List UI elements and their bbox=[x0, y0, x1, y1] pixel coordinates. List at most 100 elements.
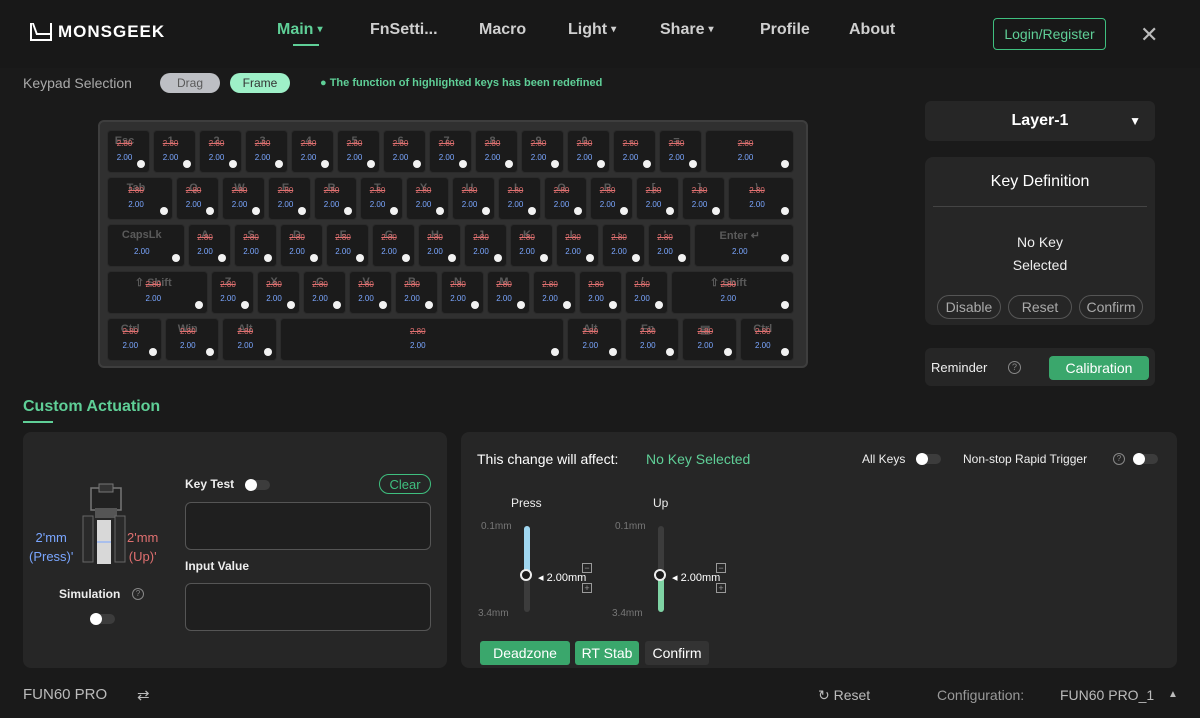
nav-fnsettings[interactable]: FnSetti... bbox=[370, 21, 438, 39]
close-icon[interactable]: ✕ bbox=[1140, 22, 1158, 48]
reset-config-button[interactable]: ↻ Reset bbox=[818, 687, 870, 704]
key[interactable]: 8 2.80 2.00 bbox=[475, 130, 518, 173]
key[interactable]: I 2.80 2.00 bbox=[498, 177, 541, 220]
configuration-select[interactable]: FUN60 PRO_1 bbox=[1060, 687, 1154, 703]
confirm-button[interactable]: Confirm bbox=[1079, 295, 1143, 319]
confirm-button[interactable]: Confirm bbox=[645, 641, 709, 665]
key[interactable]: Win 2.80 2.00 bbox=[164, 318, 219, 361]
key[interactable]: P 2.80 2.00 bbox=[590, 177, 633, 220]
key[interactable]: J 2.80 2.00 bbox=[463, 224, 507, 267]
decrease-icon[interactable]: − bbox=[582, 563, 592, 573]
up-slider-handle[interactable] bbox=[654, 569, 666, 582]
key[interactable]: T 2.80 2.00 bbox=[360, 177, 403, 220]
key[interactable]: Q 2.80 2.00 bbox=[176, 177, 219, 220]
simulation-toggle[interactable] bbox=[90, 613, 115, 625]
key[interactable]: K 2.80 2.00 bbox=[509, 224, 553, 267]
calibration-button[interactable]: Calibration bbox=[1049, 356, 1149, 380]
key[interactable]: ▤ 2.80 2.00 bbox=[682, 318, 737, 361]
key[interactable]: Ctrl 2.80 2.00 bbox=[107, 318, 162, 361]
key[interactable]: ⇧ Shift 2.80 2.00 bbox=[670, 271, 794, 314]
nav-share[interactable]: Share ▾ bbox=[660, 21, 714, 39]
nav-about[interactable]: About bbox=[849, 21, 895, 39]
key-test-input[interactable] bbox=[185, 502, 431, 550]
key[interactable]: A 2.80 2.00 bbox=[187, 224, 231, 267]
key[interactable]: 9 2.80 2.00 bbox=[521, 130, 564, 173]
key[interactable]: M 2.80 2.00 bbox=[486, 271, 530, 314]
key[interactable]: Fn 2.80 2.00 bbox=[624, 318, 679, 361]
help-icon[interactable]: ? bbox=[1008, 361, 1021, 374]
deadzone-button[interactable]: Deadzone bbox=[480, 641, 570, 665]
key[interactable]: N 2.80 2.00 bbox=[440, 271, 484, 314]
disable-button[interactable]: Disable bbox=[937, 295, 1001, 319]
key[interactable]: Ctrl 2.80 2.00 bbox=[739, 318, 794, 361]
key[interactable]: ← 2.80 2.00 bbox=[705, 130, 794, 173]
switch-device-icon[interactable]: ⇄ bbox=[137, 686, 150, 704]
drag-mode-button[interactable]: Drag bbox=[160, 73, 220, 93]
key[interactable]: 7 2.80 2.00 bbox=[429, 130, 472, 173]
key[interactable]: [2.80 2.00 bbox=[636, 177, 679, 220]
rt-stab-button[interactable]: RT Stab bbox=[575, 641, 639, 665]
reset-button[interactable]: Reset bbox=[1008, 295, 1072, 319]
input-value-field[interactable] bbox=[185, 583, 431, 631]
press-slider[interactable] bbox=[520, 526, 532, 612]
key[interactable]: L 2.80 2.00 bbox=[555, 224, 599, 267]
key[interactable]: 2.80 2.00 bbox=[279, 318, 564, 361]
increase-icon[interactable]: + bbox=[582, 583, 592, 593]
key[interactable]: ' 2.80 2.00 bbox=[647, 224, 691, 267]
layer-select[interactable]: Layer-1 ▼ bbox=[925, 101, 1155, 141]
key[interactable]: S 2.80 2.00 bbox=[233, 224, 277, 267]
key[interactable]: V 2.80 2.00 bbox=[348, 271, 392, 314]
nav-profile[interactable]: Profile bbox=[760, 21, 810, 39]
help-icon[interactable]: ? bbox=[132, 588, 144, 600]
up-slider[interactable] bbox=[654, 526, 666, 612]
key[interactable]: C 2.80 2.00 bbox=[302, 271, 346, 314]
key[interactable]: G 2.80 2.00 bbox=[371, 224, 415, 267]
key[interactable]: O 2.80 2.00 bbox=[544, 177, 587, 220]
key[interactable]: 6 2.80 2.00 bbox=[383, 130, 426, 173]
key[interactable]: 3 2.80 2.00 bbox=[245, 130, 288, 173]
nav-main[interactable]: Main ▾ bbox=[277, 21, 322, 39]
key[interactable]: W 2.80 2.00 bbox=[222, 177, 265, 220]
key[interactable]: ⇧ Shift 2.80 2.00 bbox=[107, 271, 208, 314]
key[interactable]: CapsLk 2.00 bbox=[107, 224, 185, 267]
key[interactable]: U 2.80 2.00 bbox=[452, 177, 495, 220]
key[interactable]: , 2.80 2.00 bbox=[532, 271, 576, 314]
key[interactable]: Y 2.80 2.00 bbox=[406, 177, 449, 220]
key[interactable]: ] 2.80 2.00 bbox=[682, 177, 725, 220]
key[interactable]: Z 2.80 2.00 bbox=[210, 271, 254, 314]
key[interactable]: E 2.80 2.00 bbox=[268, 177, 311, 220]
clear-button[interactable]: Clear bbox=[379, 474, 431, 494]
key[interactable]: X 2.80 2.00 bbox=[256, 271, 300, 314]
key[interactable]: B 2.80 2.00 bbox=[394, 271, 438, 314]
key[interactable]: -2.80 2.00 bbox=[613, 130, 656, 173]
key[interactable]: D 2.80 2.00 bbox=[279, 224, 323, 267]
help-icon[interactable]: ? bbox=[1113, 453, 1125, 465]
key[interactable]: R 2.80 2.00 bbox=[314, 177, 357, 220]
key[interactable]: /2.80 2.00 bbox=[624, 271, 668, 314]
key[interactable]: ; 2.80 2.00 bbox=[601, 224, 645, 267]
rapid-trigger-toggle[interactable] bbox=[1133, 453, 1158, 465]
key-test-toggle[interactable] bbox=[245, 479, 270, 491]
key[interactable]: F 2.80 2.00 bbox=[325, 224, 369, 267]
key[interactable]: Tab 2.80 2.00 bbox=[107, 177, 173, 220]
decrease-icon[interactable]: − bbox=[716, 563, 726, 573]
key[interactable]: 0 2.80 2.00 bbox=[567, 130, 610, 173]
key[interactable]: 1 2.80 2.00 bbox=[153, 130, 196, 173]
key[interactable]: Esc 2.80 2.00 bbox=[107, 130, 150, 173]
key[interactable]: Alt 2.80 2.00 bbox=[567, 318, 622, 361]
key[interactable]: 2 2.80 2.00 bbox=[199, 130, 242, 173]
all-keys-toggle[interactable] bbox=[916, 453, 941, 465]
login-register-button[interactable]: Login/Register bbox=[993, 18, 1106, 50]
key[interactable]: Enter ↵ 2.00 bbox=[693, 224, 794, 267]
key[interactable]: Alt 2.80 2.00 bbox=[222, 318, 277, 361]
key[interactable]: H 2.80 2.00 bbox=[417, 224, 461, 267]
press-slider-handle[interactable] bbox=[520, 569, 532, 582]
key[interactable]: \ 2.80 2.00 bbox=[728, 177, 794, 220]
nav-macro[interactable]: Macro bbox=[479, 21, 526, 39]
chevron-up-icon[interactable]: ▲ bbox=[1168, 689, 1178, 700]
key[interactable]: . 2.80 2.00 bbox=[578, 271, 622, 314]
nav-light[interactable]: Light ▾ bbox=[568, 21, 616, 39]
key[interactable]: 5 2.80 2.00 bbox=[337, 130, 380, 173]
key[interactable]: = 2.80 2.00 bbox=[659, 130, 702, 173]
increase-icon[interactable]: + bbox=[716, 583, 726, 593]
